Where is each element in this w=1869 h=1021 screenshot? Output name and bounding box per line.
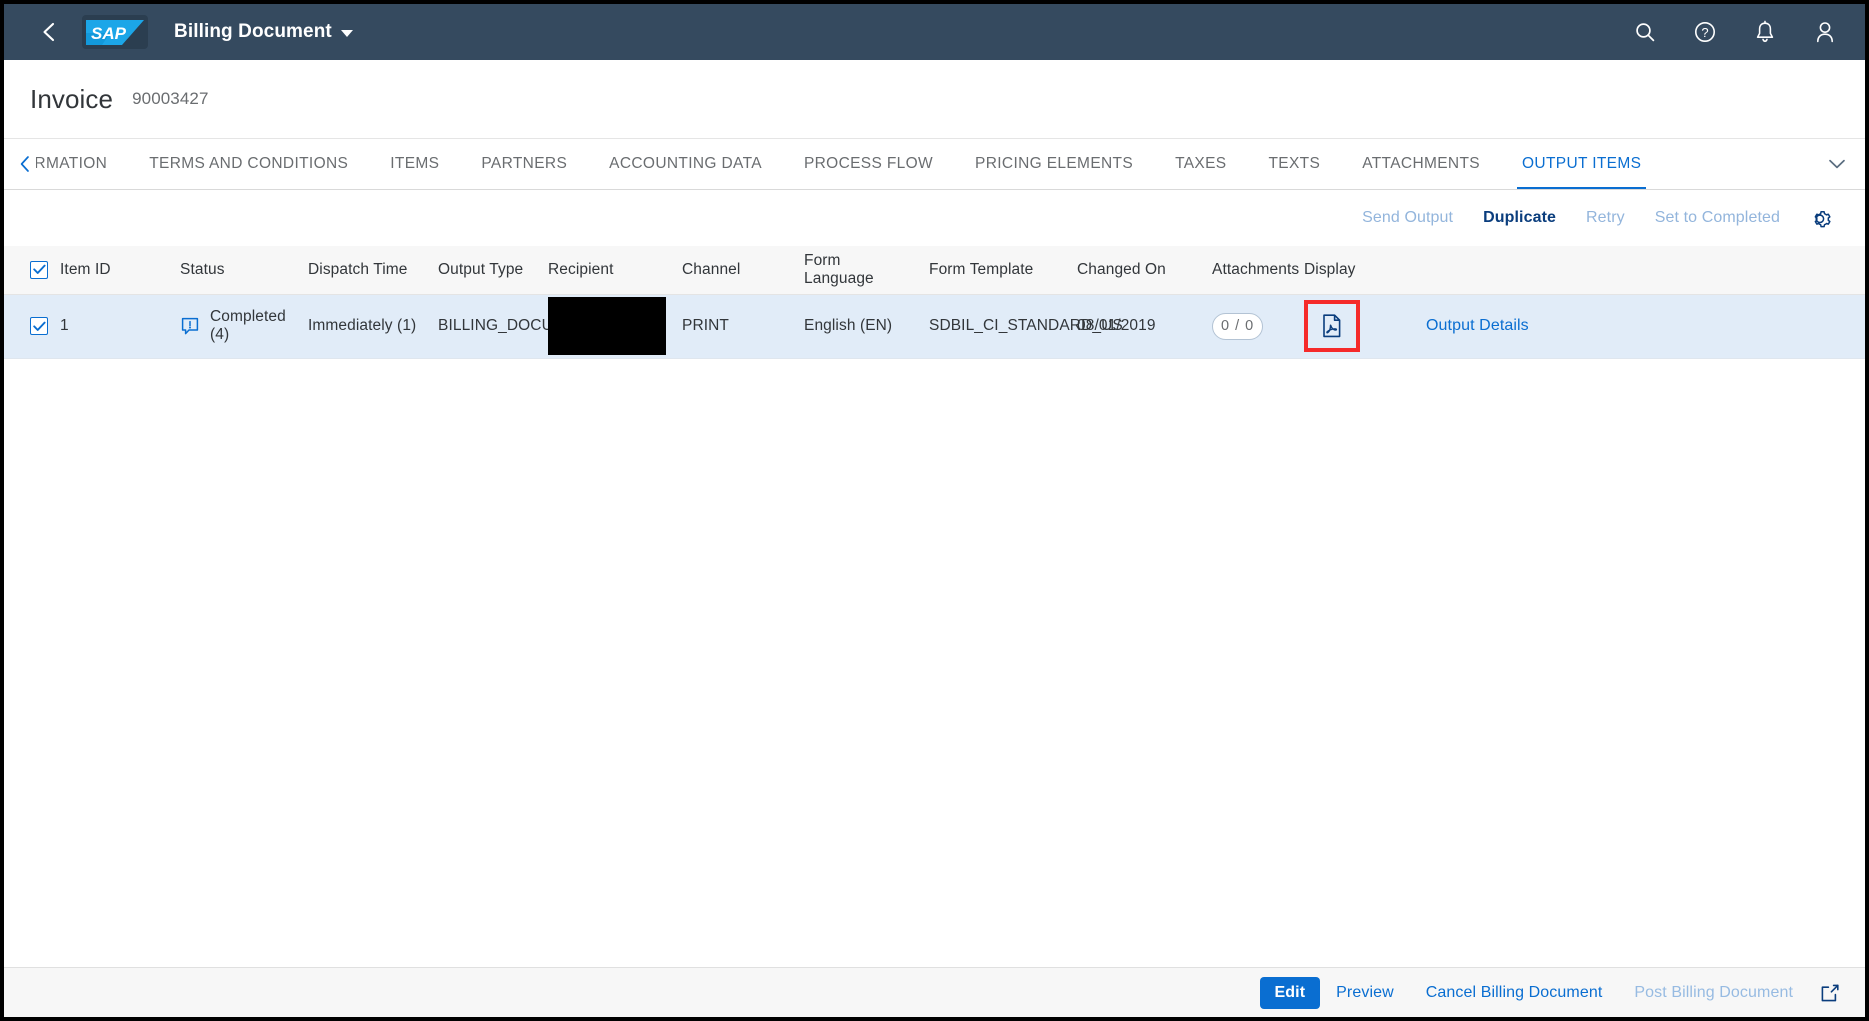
- tab-label: ITEMS: [390, 155, 440, 172]
- cell-item-id: 1: [52, 294, 172, 359]
- cell-form-language: English (EN): [796, 294, 921, 359]
- column-header-attachments[interactable]: Attachments: [1204, 246, 1299, 295]
- table-body: 1 Completed (4) Immediately (1) BILLING_…: [4, 294, 1865, 359]
- cell-changed-on: 08/01/2019: [1069, 294, 1204, 359]
- tab-label: TAXES: [1175, 155, 1227, 172]
- cell-recipient: [540, 294, 674, 359]
- column-header-form-language[interactable]: Form Language: [796, 246, 921, 295]
- output-items-table: Item ID Status Dispatch Time Output Type…: [4, 246, 1865, 359]
- object-page-header: Invoice 90003427: [4, 60, 1865, 138]
- back-arrow-icon[interactable]: [32, 15, 66, 49]
- shell-actions: ?: [1627, 14, 1843, 50]
- tab-partners[interactable]: PARTNERS: [460, 139, 588, 189]
- pdf-document-icon[interactable]: [1314, 310, 1350, 342]
- tab-items[interactable]: ITEMS: [369, 139, 460, 189]
- tab-output-items[interactable]: OUTPUT ITEMS: [1501, 139, 1662, 189]
- send-output-button[interactable]: Send Output: [1347, 209, 1468, 227]
- tab-accounting-data[interactable]: ACCOUNTING DATA: [588, 139, 783, 189]
- tab-label: ACCOUNTING DATA: [609, 155, 762, 172]
- tab-terms-and-conditions[interactable]: TERMS AND CONDITIONS: [128, 139, 369, 189]
- column-header-form-template[interactable]: Form Template: [921, 246, 1069, 295]
- row-select-cell: [4, 294, 52, 359]
- cell-display: [1296, 294, 1418, 359]
- page-title: Invoice: [30, 83, 114, 114]
- column-header-status[interactable]: Status: [172, 246, 300, 295]
- cell-output-type: BILLING_DOCUMENT: [430, 294, 597, 359]
- tab-label: ORMATION: [36, 155, 108, 172]
- tab-list: ORMATION TERMS AND CONDITIONS ITEMS PART…: [36, 139, 1809, 189]
- column-header-changed-on[interactable]: Changed On: [1069, 246, 1204, 295]
- tab-pricing-elements[interactable]: PRICING ELEMENTS: [954, 139, 1154, 189]
- table-header-row: Item ID Status Dispatch Time Output Type…: [4, 246, 1865, 295]
- content-empty-area: [4, 358, 1865, 967]
- tab-label: ATTACHMENTS: [1362, 155, 1480, 172]
- bell-icon[interactable]: [1747, 14, 1783, 50]
- tab-process-flow[interactable]: PROCESS FLOW: [783, 139, 954, 189]
- attachments-badge[interactable]: 0 / 0: [1212, 312, 1264, 340]
- share-export-icon[interactable]: [1811, 974, 1849, 1012]
- tab-bar: ORMATION TERMS AND CONDITIONS ITEMS PART…: [4, 138, 1865, 190]
- tab-label: OUTPUT ITEMS: [1522, 155, 1642, 172]
- edit-button[interactable]: Edit: [1259, 976, 1321, 1009]
- shell-bar: SAP Billing Document ?: [4, 4, 1865, 60]
- column-header-actions: [1418, 246, 1865, 295]
- tab-label: PROCESS FLOW: [803, 155, 934, 172]
- cell-status: Completed (4): [172, 294, 300, 359]
- cell-output-details: Output Details: [1418, 294, 1865, 359]
- column-header-recipient[interactable]: Recipient: [540, 246, 674, 295]
- svg-text:?: ?: [1701, 25, 1708, 40]
- tab-texts[interactable]: TEXTS: [1247, 139, 1341, 189]
- chevron-down-icon: [340, 30, 353, 37]
- tab-taxes[interactable]: TAXES: [1154, 139, 1247, 189]
- cancel-billing-document-button[interactable]: Cancel Billing Document: [1410, 984, 1619, 1002]
- cell-attachments: 0 / 0: [1204, 294, 1296, 359]
- search-icon[interactable]: [1627, 14, 1663, 50]
- cell-channel: PRINT: [674, 294, 796, 359]
- status-label: Completed (4): [210, 308, 286, 343]
- post-billing-document-button[interactable]: Post Billing Document: [1618, 984, 1809, 1002]
- output-items-content: Send Output Duplicate Retry Set to Compl…: [4, 190, 1865, 967]
- table-header: Item ID Status Dispatch Time Output Type…: [4, 246, 1865, 295]
- tab-attachments[interactable]: ATTACHMENTS: [1341, 139, 1501, 189]
- message-information-icon: [180, 316, 200, 336]
- row-checkbox[interactable]: [30, 317, 48, 335]
- preview-button[interactable]: Preview: [1320, 984, 1410, 1002]
- application-window: SAP Billing Document ? Invoice 90003427 …: [4, 4, 1865, 1017]
- chevron-down-icon[interactable]: [1809, 139, 1865, 189]
- column-header-channel[interactable]: Channel: [674, 246, 796, 295]
- duplicate-button[interactable]: Duplicate: [1468, 209, 1571, 227]
- sap-logo-text: SAP: [91, 24, 127, 43]
- shell-title-label: Billing Document: [174, 21, 332, 42]
- tab-label: TEXTS: [1268, 155, 1321, 172]
- user-icon[interactable]: [1807, 14, 1843, 50]
- shell-title[interactable]: Billing Document: [174, 21, 353, 43]
- retry-button[interactable]: Retry: [1571, 209, 1640, 227]
- column-header-dispatch-time[interactable]: Dispatch Time: [300, 246, 430, 295]
- tab-label: TERMS AND CONDITIONS: [149, 155, 349, 172]
- cell-form-template: SDBIL_CI_STANDARD_US: [921, 294, 1123, 359]
- redacted-recipient-value: [548, 297, 666, 355]
- chevron-left-icon[interactable]: [14, 139, 36, 189]
- tab-label: PARTNERS: [481, 155, 568, 172]
- gear-icon[interactable]: [1801, 198, 1841, 238]
- select-all-header: [4, 246, 52, 295]
- sap-logo[interactable]: SAP: [82, 15, 148, 49]
- column-header-display[interactable]: Display: [1296, 246, 1418, 295]
- footer-bar: Edit Preview Cancel Billing Document Pos…: [4, 967, 1865, 1017]
- table-toolbar: Send Output Duplicate Retry Set to Compl…: [4, 190, 1865, 246]
- select-all-checkbox[interactable]: [30, 260, 48, 279]
- help-icon[interactable]: ?: [1687, 14, 1723, 50]
- tab-general-information[interactable]: ORMATION: [36, 139, 128, 189]
- cell-dispatch-time: Immediately (1): [300, 294, 430, 359]
- tab-label: PRICING ELEMENTS: [975, 155, 1134, 172]
- table-row[interactable]: 1 Completed (4) Immediately (1) BILLING_…: [4, 294, 1865, 359]
- column-header-output-type[interactable]: Output Type: [430, 246, 540, 295]
- page-subtitle: 90003427: [132, 89, 209, 108]
- column-header-item-id[interactable]: Item ID: [52, 246, 172, 295]
- output-details-link[interactable]: Output Details: [1426, 317, 1529, 334]
- set-to-completed-button[interactable]: Set to Completed: [1640, 209, 1795, 227]
